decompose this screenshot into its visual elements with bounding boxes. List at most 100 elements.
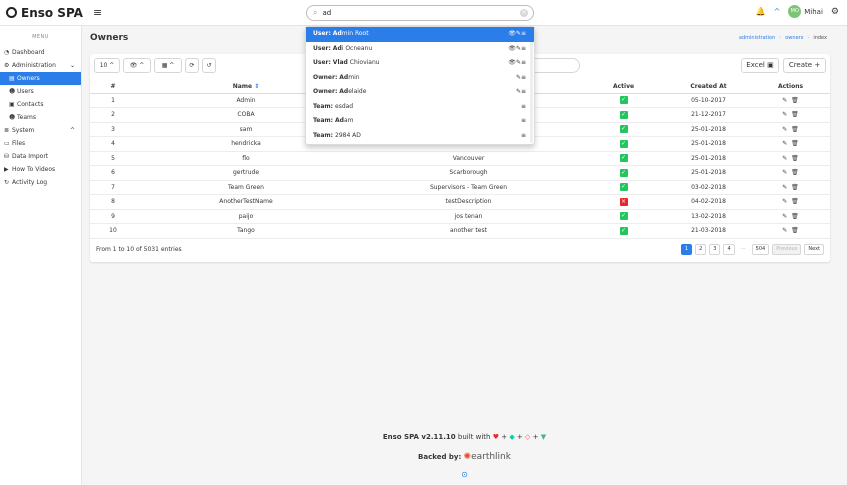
cell-actions: ✎ 🗑	[751, 151, 830, 166]
hamburger-menu-icon[interactable]: ≡	[93, 6, 102, 19]
user-name[interactable]: Mihai	[804, 8, 823, 16]
sidebar-item-users[interactable]: ☻ Users	[0, 85, 81, 98]
column-visibility-button[interactable]: 👁 ^	[123, 58, 151, 73]
search-result-item[interactable]: User: Admin Root 👁✎≡	[306, 27, 534, 42]
trash-icon[interactable]: 🗑	[791, 227, 799, 234]
trash-icon[interactable]: 🗑	[791, 140, 799, 147]
sidebar-item-files[interactable]: ▭ Files	[0, 137, 81, 150]
page-1-button[interactable]: 1	[680, 244, 693, 255]
bell-icon[interactable]: 🔔	[756, 7, 766, 16]
breadcrumb-owners[interactable]: owners	[785, 35, 803, 41]
cell-actions: ✎ 🗑	[751, 194, 830, 210]
excel-export-button[interactable]: Excel ▣	[741, 58, 779, 73]
owners-icon: ▤	[9, 75, 15, 82]
page-2-button[interactable]: 2	[695, 244, 707, 255]
sidebar-item-data-import[interactable]: ⛁ Data Import	[0, 150, 81, 163]
search-results-dropdown: User: Admin Root 👁✎≡ User: Adi Ocneanu 👁✎≡ U…	[305, 26, 535, 145]
search-result-item[interactable]: Team: esdad ≡	[306, 100, 534, 115]
edit-icon[interactable]: ✎	[782, 140, 787, 147]
cell-actions: ✎ 🗑	[751, 93, 830, 108]
cell-created-at: 25-01-2018	[666, 151, 751, 166]
result-action-icons[interactable]: ≡	[521, 100, 526, 115]
edit-icon[interactable]: ✎	[782, 213, 787, 220]
result-action-icons[interactable]: 👁✎≡	[508, 42, 526, 57]
sidebar-item-activity-log[interactable]: ↻ Activity Log	[0, 176, 81, 189]
brand-logo[interactable]: Enso SPA	[6, 6, 83, 20]
table-style-button[interactable]: ▦ ^	[154, 58, 182, 73]
table-row: 6 gertrude Scarborough ✓ 25-01-2018 ✎ 🗑	[90, 165, 830, 181]
trash-icon[interactable]: 🗑	[791, 169, 799, 176]
edit-icon[interactable]: ✎	[782, 111, 787, 118]
edit-icon[interactable]: ✎	[782, 155, 787, 162]
create-button[interactable]: Create +	[783, 58, 826, 73]
trash-icon[interactable]: 🗑	[791, 97, 799, 104]
dashboard-icon: ◔	[4, 49, 10, 56]
previous-button[interactable]: Previous	[772, 244, 802, 255]
cell-created-at: 04-02-2018	[666, 194, 751, 210]
breadcrumb-administration[interactable]: administration	[739, 35, 775, 41]
edit-icon[interactable]: ✎	[782, 126, 787, 133]
settings-cogs-icon[interactable]: ⚙	[831, 7, 839, 17]
clear-search-icon[interactable]: ×	[520, 9, 528, 17]
page-length-select[interactable]: 10 ^	[94, 58, 120, 73]
page-4-button[interactable]: 4	[723, 244, 735, 255]
trash-icon[interactable]: 🗑	[791, 213, 799, 220]
sidebar-item-system[interactable]: ≣ System ^	[0, 124, 81, 137]
search-result-item[interactable]: User: Adi Ocneanu 👁✎≡	[306, 42, 534, 57]
trash-icon[interactable]: 🗑	[791, 111, 799, 118]
trash-icon[interactable]: 🗑	[791, 126, 799, 133]
edit-icon[interactable]: ✎	[782, 198, 787, 205]
breadcrumb: administration › owners › index	[735, 35, 827, 41]
cell-number: 4	[90, 136, 136, 152]
sidebar: MENU ◔ Dashboard ⚙ Administration ⌄ ▤ Owner…	[0, 26, 82, 485]
trash-icon[interactable]: 🗑	[791, 198, 799, 205]
cell-active: ×	[581, 194, 666, 210]
edit-icon[interactable]: ✎	[782, 97, 787, 104]
cell-active: ✓	[581, 107, 666, 123]
table-row: 7 Team Green Supervisors - Team Green ✓ 03-0…	[90, 180, 830, 195]
header-active[interactable]: Active	[581, 80, 666, 94]
sidebar-item-administration[interactable]: ⚙ Administration ⌄	[0, 59, 81, 72]
trash-icon[interactable]: 🗑	[791, 155, 799, 162]
result-action-icons[interactable]: ≡	[521, 129, 526, 144]
cell-description: jos tenan	[356, 209, 581, 224]
trash-icon[interactable]: 🗑	[791, 184, 799, 191]
search-result-item[interactable]: User: Vlad Chiovianu 👁✎≡	[306, 56, 534, 71]
edit-icon[interactable]: ✎	[782, 184, 787, 191]
page-last-button[interactable]: 504	[751, 244, 770, 255]
result-action-icons[interactable]: 👁✎≡	[508, 56, 526, 71]
sidebar-item-contacts[interactable]: ▣ Contacts	[0, 98, 81, 111]
result-action-icons[interactable]: ✎≡	[516, 85, 526, 100]
sidebar-item-dashboard[interactable]: ◔ Dashboard	[0, 46, 81, 59]
reset-button[interactable]: ↺	[202, 58, 216, 73]
reload-button[interactable]: ⟳	[185, 58, 199, 73]
header-created-at[interactable]: Created At	[666, 80, 751, 94]
result-action-icons[interactable]: ✎≡	[516, 71, 526, 86]
earthlink-logo[interactable]: earthlink	[471, 452, 511, 462]
sidebar-item-how-to-videos[interactable]: ▶ How To Videos	[0, 163, 81, 176]
search-result-item[interactable]: Owner: Admin ✎≡	[306, 71, 534, 86]
navbar-right: 🔔 ^ MO Mihai ⚙	[756, 5, 839, 18]
edit-icon[interactable]: ✎	[782, 169, 787, 176]
cross-icon: ×	[619, 197, 628, 206]
result-action-icons[interactable]: ≡	[521, 114, 526, 129]
sync-icon: ⟳	[189, 62, 195, 69]
sidebar-item-owners[interactable]: ▤ Owners	[0, 72, 81, 85]
page-3-button[interactable]: 3	[709, 244, 721, 255]
search-result-item[interactable]: Owner: Adelaide ✎≡	[306, 85, 534, 100]
sidebar-item-teams[interactable]: ☻ Teams	[0, 111, 81, 124]
next-button[interactable]: Next	[804, 244, 824, 255]
folder-icon: ▭	[4, 140, 10, 147]
check-icon: ✓	[619, 110, 628, 119]
avatar[interactable]: MO	[788, 5, 802, 18]
github-icon[interactable]: ⊙	[0, 470, 847, 479]
global-search[interactable]: ⌕ ad ×	[306, 5, 534, 21]
result-action-icons[interactable]: 👁✎≡	[508, 27, 526, 42]
search-result-item[interactable]: Team: 2984 AD ≡	[306, 129, 534, 144]
search-input[interactable]: ad	[322, 9, 331, 17]
cell-active: ✓	[581, 209, 666, 224]
chevron-up-icon[interactable]: ^	[774, 7, 781, 16]
search-result-item[interactable]: Team: Adam ≡	[306, 114, 534, 129]
edit-icon[interactable]: ✎	[782, 227, 787, 234]
cell-number: 6	[90, 165, 136, 181]
